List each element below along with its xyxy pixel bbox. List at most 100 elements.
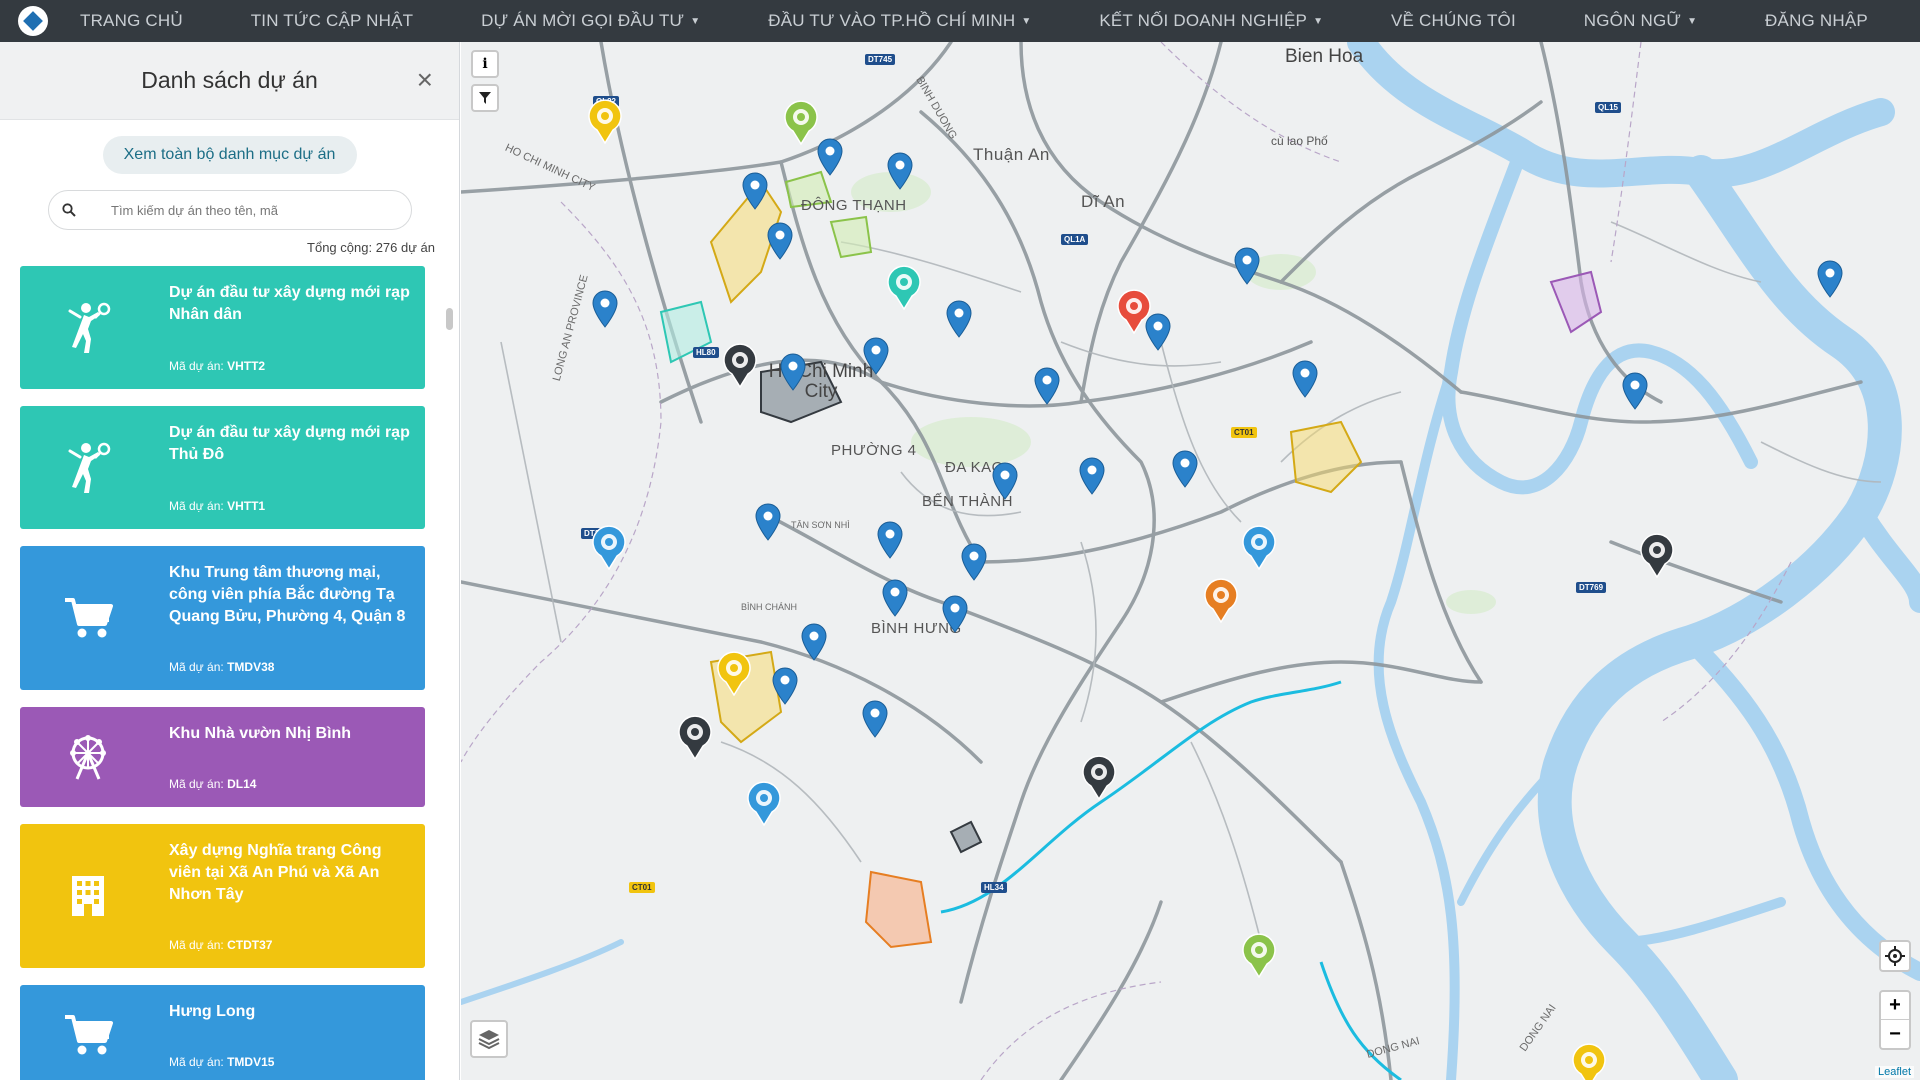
project-card[interactable]: Dự án đầu tư xây dựng mới rạp Thủ Đô Mã … [20, 406, 425, 529]
scrollbar-thumb[interactable] [446, 308, 453, 330]
location-pin-icon[interactable] [876, 521, 904, 559]
card-icon-area [20, 266, 155, 389]
card-body: Dự án đầu tư xây dựng mới rạp Thủ Đô Mã … [155, 406, 425, 529]
project-card[interactable]: Khu Nhà vườn Nhị Bình Mã dự án: DL14 [20, 707, 425, 807]
chevron-down-icon: ▼ [1687, 16, 1698, 27]
project-card[interactable]: Dự án đầu tư xây dựng mới rạp Nhân dân M… [20, 266, 425, 389]
view-all-projects-button[interactable]: Xem toàn bộ danh mục dự án [102, 136, 357, 174]
nav-item-home[interactable]: TRANG CHỦ [68, 11, 195, 31]
location-pin-icon[interactable] [886, 152, 914, 190]
project-title: Dự án đầu tư xây dựng mới rạp Nhân dân [169, 284, 410, 323]
location-pin-icon[interactable] [991, 462, 1019, 500]
nav-item-about[interactable]: VỀ CHÚNG TÔI [1379, 11, 1528, 31]
project-title: Xây dựng Nghĩa trang Công viên tại Xã An… [169, 842, 382, 903]
project-map[interactable]: Bien Hoa Thuận An Dĩ An Ho Chi Minh City… [461, 42, 1920, 1080]
locate-button[interactable] [1879, 940, 1911, 972]
card-icon-area [20, 824, 155, 968]
location-pin-icon[interactable] [862, 337, 890, 375]
plant-marker-icon[interactable] [783, 99, 819, 146]
badminton-marker-icon[interactable] [886, 264, 922, 311]
label-thuan-an: Thuận An [973, 145, 1050, 164]
road-shield: DT745 [865, 54, 896, 65]
building-marker-icon[interactable] [716, 650, 752, 697]
card-body: Hưng Long Mã dự án: TMDV15 [155, 985, 425, 1080]
shopping-cart-marker-icon[interactable] [591, 524, 627, 571]
location-pin-icon[interactable] [779, 353, 807, 391]
location-pin-icon[interactable] [766, 222, 794, 260]
chevron-down-icon: ▼ [690, 16, 701, 27]
project-card[interactable]: Khu Trung tâm thương mại, công viên phía… [20, 546, 425, 690]
zoom-in-button[interactable]: + [1881, 992, 1909, 1021]
building-marker-icon[interactable] [587, 98, 623, 145]
project-list-panel: Danh sách dự án × Xem toàn bộ danh mục d… [0, 42, 460, 1080]
project-title: Dự án đầu tư xây dựng mới rạp Thủ Đô [169, 424, 410, 463]
label-cu-lao-pho: cù lao Phố [1271, 134, 1328, 148]
project-card-list: Dự án đầu tư xây dựng mới rạp Nhân dân M… [20, 266, 425, 1080]
location-pin-icon[interactable] [1078, 457, 1106, 495]
graduation-cap-marker-icon[interactable] [1203, 577, 1239, 624]
shopping-cart-marker-icon[interactable] [1241, 524, 1277, 571]
nav-item-projects[interactable]: DỰ ÁN MỜI GỌI ĐẦU TƯ ▼ [469, 11, 712, 31]
plant-marker-icon[interactable] [1241, 932, 1277, 979]
chevron-down-icon: ▼ [1021, 16, 1032, 27]
road-shield: CT01 [629, 882, 655, 893]
location-pin-icon[interactable] [1621, 372, 1649, 410]
antenna-marker-icon[interactable] [677, 714, 713, 761]
nav-item-invest-hcmc[interactable]: ĐẦU TƯ VÀO TP.HỒ CHÍ MINH ▼ [756, 11, 1043, 31]
nav-item-language[interactable]: NGÔN NGỮ ▼ [1572, 11, 1709, 31]
project-code: Mã dự án: VHTT1 [169, 499, 266, 513]
location-pin-icon[interactable] [1816, 260, 1844, 298]
filter-button[interactable] [471, 84, 499, 112]
shopping-cart-marker-icon[interactable] [746, 780, 782, 827]
ferris-wheel-icon [69, 735, 106, 780]
nav-item-news[interactable]: TIN TỨC CẬP NHẬT [239, 11, 426, 31]
layers-icon [478, 1030, 500, 1050]
location-pin-icon[interactable] [941, 595, 969, 633]
project-total: Tổng cộng: 276 dự án [307, 240, 435, 255]
filter-icon [479, 92, 491, 104]
road-shield: HL34 [981, 882, 1007, 893]
label-phuong-4: PHƯỜNG 4 [831, 442, 917, 459]
hospital-marker-icon[interactable] [1116, 288, 1152, 335]
antenna-marker-icon[interactable] [1081, 754, 1117, 801]
panel-scrollbar[interactable] [446, 266, 454, 1076]
antenna-marker-icon[interactable] [722, 342, 758, 389]
card-icon-area [20, 707, 155, 807]
search-input[interactable] [111, 202, 401, 218]
location-pin-icon[interactable] [1171, 450, 1199, 488]
location-pin-icon[interactable] [945, 300, 973, 338]
location-pin-icon[interactable] [771, 667, 799, 705]
location-pin-icon[interactable] [1233, 247, 1261, 285]
chevron-down-icon: ▼ [1313, 16, 1324, 27]
card-body: Xây dựng Nghĩa trang Công viên tại Xã An… [155, 824, 425, 968]
building-icon [71, 876, 104, 916]
project-card[interactable]: Hưng Long Mã dự án: TMDV15 [20, 985, 425, 1080]
info-button[interactable]: i [471, 50, 499, 78]
location-pin-icon[interactable] [1291, 360, 1319, 398]
leaflet-attribution[interactable]: Leaflet [1874, 1066, 1914, 1078]
building-marker-icon[interactable] [1571, 1042, 1607, 1080]
site-logo[interactable] [18, 6, 48, 36]
road-shield: QL1A [1061, 234, 1089, 245]
layers-button[interactable] [470, 1020, 508, 1058]
badminton-player-icon [68, 302, 110, 353]
antenna-marker-icon[interactable] [1639, 532, 1675, 579]
close-icon[interactable]: × [417, 66, 433, 94]
nav-item-business-connect[interactable]: KẾT NỐI DOANH NGHIỆP ▼ [1087, 11, 1335, 31]
location-pin-icon[interactable] [1033, 367, 1061, 405]
project-card[interactable]: Xây dựng Nghĩa trang Công viên tại Xã An… [20, 824, 425, 968]
nav-item-login[interactable]: ĐĂNG NHẬP [1753, 11, 1880, 31]
zoom-out-button[interactable]: − [1881, 1020, 1909, 1048]
location-pin-icon[interactable] [754, 503, 782, 541]
location-pin-icon[interactable] [591, 290, 619, 328]
location-pin-icon[interactable] [881, 579, 909, 617]
location-pin-icon[interactable] [816, 138, 844, 176]
badminton-player-icon [68, 442, 110, 493]
location-pin-icon[interactable] [960, 543, 988, 581]
location-pin-icon[interactable] [741, 172, 769, 210]
label-binh-chanh: BÌNH CHÁNH [741, 602, 798, 612]
location-pin-icon[interactable] [861, 700, 889, 738]
location-pin-icon[interactable] [800, 623, 828, 661]
project-search [48, 190, 412, 230]
project-code: Mã dự án: CTDT37 [169, 938, 273, 952]
